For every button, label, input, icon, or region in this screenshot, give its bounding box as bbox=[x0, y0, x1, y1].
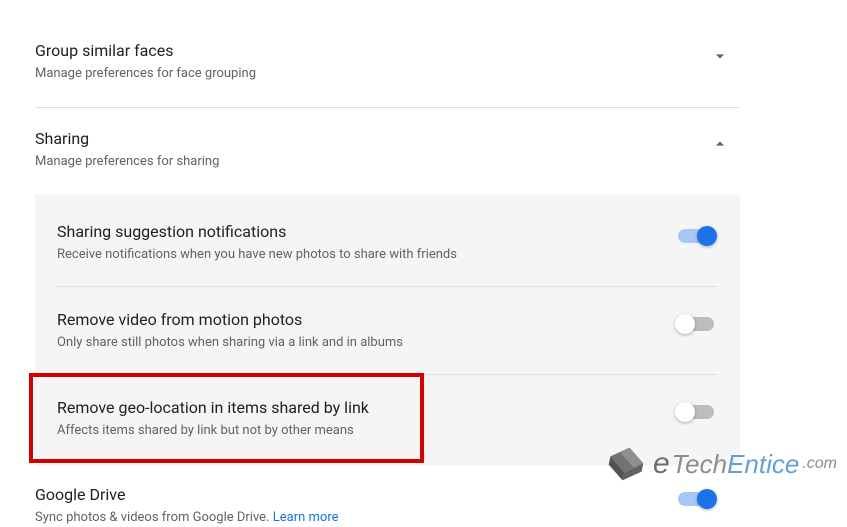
remove-motion-sub: Only share still photos when sharing via… bbox=[57, 334, 678, 352]
sharing-panel: Sharing suggestion notifications Receive… bbox=[35, 195, 740, 466]
faces-text: Group similar faces Manage preferences f… bbox=[35, 40, 710, 83]
watermark-logo-icon bbox=[601, 439, 651, 489]
sharing-sub: Manage preferences for sharing bbox=[35, 153, 710, 171]
watermark-tech: Tech bbox=[672, 449, 727, 480]
google-drive-toggle[interactable] bbox=[678, 492, 714, 506]
sharing-suggestion-row: Sharing suggestion notifications Receive… bbox=[35, 199, 740, 286]
sharing-title: Sharing bbox=[35, 128, 710, 150]
chevron-down-icon[interactable] bbox=[710, 40, 740, 70]
sharing-suggestion-text: Sharing suggestion notifications Receive… bbox=[57, 221, 678, 264]
watermark: e Tech Entice .com bbox=[605, 443, 837, 485]
watermark-com: .com bbox=[802, 455, 837, 473]
sharing-suggestion-title: Sharing suggestion notifications bbox=[57, 221, 678, 243]
chevron-up-icon[interactable] bbox=[710, 128, 740, 158]
remove-geo-text: Remove geo-location in items shared by l… bbox=[57, 397, 678, 440]
toggle-knob bbox=[675, 402, 695, 422]
sharing-suggestion-toggle[interactable] bbox=[678, 229, 714, 243]
remove-motion-text: Remove video from motion photos Only sha… bbox=[57, 309, 678, 352]
sharing-section[interactable]: Sharing Manage preferences for sharing bbox=[35, 108, 740, 181]
google-drive-text: Google Drive Sync photos & videos from G… bbox=[35, 484, 678, 527]
faces-sub: Manage preferences for face grouping bbox=[35, 65, 710, 83]
remove-motion-title: Remove video from motion photos bbox=[57, 309, 678, 331]
toggle-knob bbox=[697, 489, 717, 509]
faces-title: Group similar faces bbox=[35, 40, 710, 62]
faces-section[interactable]: Group similar faces Manage preferences f… bbox=[35, 30, 740, 93]
google-drive-title: Google Drive bbox=[35, 484, 678, 506]
watermark-e: e bbox=[653, 447, 670, 481]
remove-geo-sub: Affects items shared by link but not by … bbox=[57, 422, 678, 440]
google-drive-sub-text: Sync photos & videos from Google Drive. bbox=[35, 510, 273, 525]
toggle-knob bbox=[697, 226, 717, 246]
remove-motion-row: Remove video from motion photos Only sha… bbox=[35, 287, 740, 374]
learn-more-link[interactable]: Learn more bbox=[273, 510, 339, 525]
remove-motion-toggle[interactable] bbox=[678, 317, 714, 331]
sharing-suggestion-sub: Receive notifications when you have new … bbox=[57, 246, 678, 264]
remove-geo-title: Remove geo-location in items shared by l… bbox=[57, 397, 678, 419]
google-drive-sub: Sync photos & videos from Google Drive. … bbox=[35, 509, 678, 527]
remove-geo-toggle[interactable] bbox=[678, 405, 714, 419]
sharing-text: Sharing Manage preferences for sharing bbox=[35, 128, 710, 171]
toggle-knob bbox=[675, 314, 695, 334]
watermark-entice: Entice bbox=[727, 449, 799, 480]
